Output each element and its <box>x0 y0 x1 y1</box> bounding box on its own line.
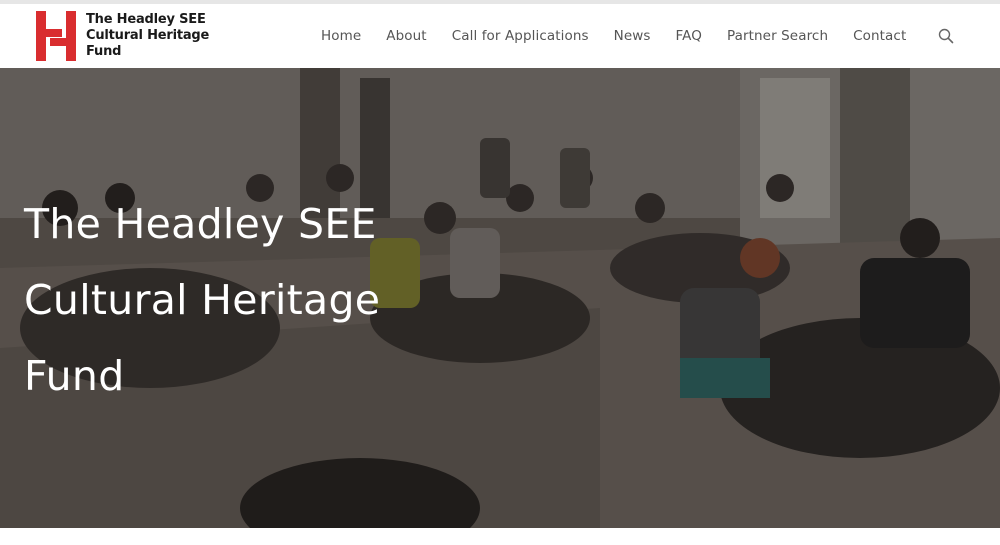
logo-text-line3: Fund <box>86 44 122 59</box>
nav-contact[interactable]: Contact <box>853 28 906 44</box>
hero-title-line3: Fund <box>24 352 125 400</box>
nav-home[interactable]: Home <box>321 28 361 44</box>
nav-about[interactable]: About <box>386 28 426 44</box>
hero-banner: The Headley SEE Cultural Heritage Fund <box>0 68 1000 528</box>
logo-text-line2: Cultural Heritage <box>86 28 210 43</box>
search-icon[interactable] <box>938 28 954 44</box>
site-header: The Headley SEE Cultural Heritage Fund H… <box>0 4 1000 68</box>
nav-faq[interactable]: FAQ <box>676 28 702 44</box>
below-hero-area <box>0 528 1000 545</box>
logo-text-line1: The Headley SEE <box>86 12 206 27</box>
hero-title: The Headley SEE Cultural Heritage Fund <box>24 186 444 414</box>
logo-mark <box>36 11 76 61</box>
main-nav: Home About Call for Applications News FA… <box>321 4 931 68</box>
nav-call-for-applications[interactable]: Call for Applications <box>452 28 589 44</box>
site-logo-link[interactable]: The Headley SEE Cultural Heritage Fund <box>36 11 209 61</box>
hero-title-line2: Cultural Heritage <box>24 276 381 324</box>
nav-news[interactable]: News <box>614 28 651 44</box>
nav-partner-search[interactable]: Partner Search <box>727 28 828 44</box>
hero-title-line1: The Headley SEE <box>24 200 377 248</box>
logo-text: The Headley SEE Cultural Heritage Fund <box>86 12 209 60</box>
